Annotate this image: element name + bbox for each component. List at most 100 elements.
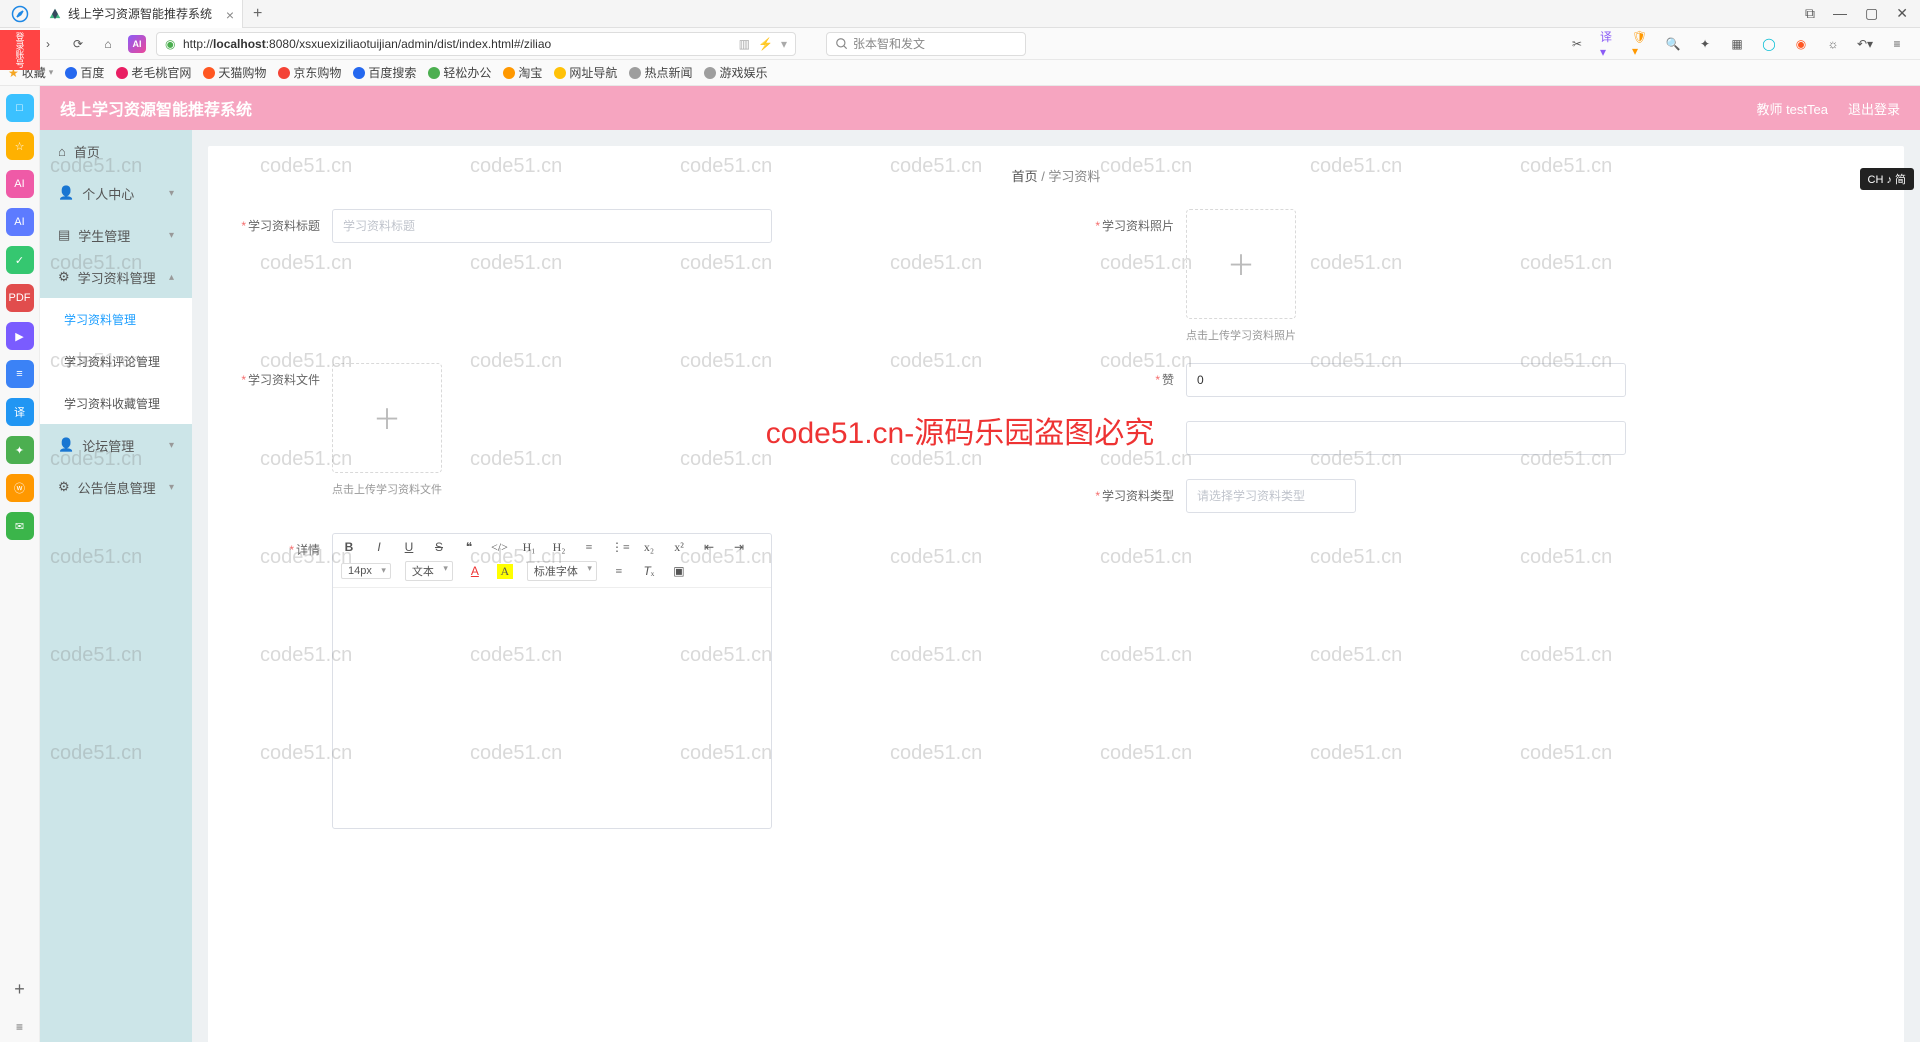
type-select[interactable] — [1186, 479, 1356, 513]
win-pip-icon[interactable]: ⧉ — [1805, 5, 1815, 22]
ol-icon[interactable]: ≡ — [581, 540, 597, 555]
home-button[interactable]: ⌂ — [98, 34, 118, 54]
sup-icon[interactable]: x² — [671, 540, 687, 555]
win-max-icon[interactable]: ▢ — [1865, 5, 1878, 22]
os-app-icon[interactable]: ✓ — [6, 246, 34, 274]
apps-icon[interactable]: ▦ — [1728, 35, 1746, 53]
indent-icon[interactable]: ⇤ — [701, 540, 717, 555]
os-app-icon[interactable]: 译 — [6, 398, 34, 426]
italic-icon[interactable]: I — [371, 540, 387, 555]
h2-icon[interactable]: H₂ — [551, 540, 567, 555]
strike-icon[interactable]: S — [431, 540, 447, 555]
bookmark-item[interactable]: 游戏娱乐 — [704, 64, 767, 81]
breadcrumb-home[interactable]: 首页 — [1012, 169, 1038, 184]
paragraph-select[interactable]: 文本 — [405, 561, 453, 581]
like-input[interactable] — [1186, 363, 1626, 397]
browser-search[interactable]: 张本智和发文 — [826, 32, 1026, 56]
zoom-icon[interactable]: 🔍 — [1664, 35, 1682, 53]
bgcolor-icon[interactable]: A — [497, 564, 513, 579]
shield-icon[interactable]: 🛡▾ — [1632, 35, 1650, 53]
file-upload-hint: 点击上传学习资料文件 — [332, 481, 1026, 497]
h1-icon[interactable]: H₁ — [521, 540, 537, 555]
win-close-icon[interactable]: ✕ — [1896, 5, 1908, 22]
fontcolor-icon[interactable]: A — [467, 564, 483, 579]
photo-upload-hint: 点击上传学习资料照片 — [1186, 327, 1880, 343]
os-app-icon[interactable]: □ — [6, 94, 34, 122]
clear-icon[interactable]: Tₓ — [641, 564, 657, 579]
undo-icon[interactable]: ↶▾ — [1856, 35, 1874, 53]
flame-icon[interactable]: ◉ — [1792, 35, 1810, 53]
bookmark-item[interactable]: 老毛桃官网 — [116, 64, 191, 81]
blank-input[interactable] — [1186, 421, 1626, 455]
fontfamily-select[interactable]: 标准字体 — [527, 561, 597, 581]
field-file: *学习资料文件 ＋ 点击上传学习资料文件 — [232, 363, 1026, 513]
ul-icon[interactable]: ⋮≡ — [611, 540, 627, 555]
bookmark-item[interactable]: 天猫购物 — [203, 64, 266, 81]
new-tab-button[interactable]: + — [243, 5, 272, 23]
bookmark-item[interactable]: 百度 — [65, 64, 104, 81]
os-app-icon[interactable]: ✦ — [6, 436, 34, 464]
expand-icon[interactable]: ▾ — [781, 37, 787, 51]
browser-tab[interactable]: 线上学习资源智能推荐系统 × — [40, 0, 243, 28]
os-app-icon[interactable]: ▶ — [6, 322, 34, 350]
image-icon[interactable]: ▣ — [671, 564, 687, 579]
bookmark-item[interactable]: 热点新闻 — [629, 64, 692, 81]
scissors-icon[interactable]: ✂ — [1568, 35, 1586, 53]
fontsize-select[interactable]: 14px — [341, 563, 391, 579]
menu-notice[interactable]: ⚙公告信息管理▾ — [40, 466, 192, 508]
underline-icon[interactable]: U — [401, 540, 417, 555]
bookmark-item[interactable]: 百度搜索 — [353, 64, 416, 81]
bookmark-item[interactable]: 轻松办公 — [428, 64, 491, 81]
code-icon[interactable]: </> — [491, 540, 507, 555]
address-bar[interactable]: ◉ http://localhost:8080/xsxuexiziliaotui… — [156, 32, 796, 56]
win-min-icon[interactable]: — — [1833, 5, 1847, 22]
bold-icon[interactable]: B — [341, 540, 357, 555]
ai-badge-icon[interactable]: AI — [128, 35, 146, 53]
os-add-app-button[interactable]: + — [14, 979, 25, 1000]
menu-material-comments[interactable]: 学习资料评论管理 — [40, 340, 192, 382]
menu-student[interactable]: ▤学生管理▾ — [40, 214, 192, 256]
logout-link[interactable]: 退出登录 — [1848, 99, 1900, 118]
quote-icon[interactable]: ❝ — [461, 540, 477, 555]
os-app-icon[interactable]: ⓦ — [6, 474, 34, 502]
os-menu-icon[interactable]: ≡ — [16, 1020, 23, 1034]
circle-icon[interactable]: ◯ — [1760, 35, 1778, 53]
align-icon[interactable]: ≡ — [611, 564, 627, 579]
current-user[interactable]: 教师 testTea — [1756, 99, 1828, 118]
qr-icon[interactable]: ▥ — [739, 37, 750, 51]
photo-upload[interactable]: ＋ — [1186, 209, 1296, 319]
tab-close-icon[interactable]: × — [226, 7, 234, 23]
menu-personal[interactable]: 👤个人中心▾ — [40, 172, 192, 214]
puzzle-icon[interactable]: ✦ — [1696, 35, 1714, 53]
reload-button[interactable]: ⟳ — [68, 34, 88, 54]
file-upload[interactable]: ＋ — [332, 363, 442, 473]
menu-icon[interactable]: ≡ — [1888, 35, 1906, 53]
os-app-icon[interactable]: ≡ — [6, 360, 34, 388]
editor-body[interactable] — [333, 588, 771, 828]
os-app-icon[interactable]: AI — [6, 170, 34, 198]
translate-icon[interactable]: 译▾ — [1600, 35, 1618, 53]
window-controls: ⧉ — ▢ ✕ — [1805, 5, 1920, 22]
bookmark-item[interactable]: 网址导航 — [554, 64, 617, 81]
bookmark-item[interactable]: 淘宝 — [503, 64, 542, 81]
sub-icon[interactable]: x₂ — [641, 540, 657, 555]
forward-button[interactable]: › — [38, 34, 58, 54]
outdent-icon[interactable]: ⇥ — [731, 540, 747, 555]
bolt-icon[interactable]: ⚡ — [758, 37, 773, 51]
menu-material-manage[interactable]: 学习资料管理 — [40, 298, 192, 340]
menu-material-favorites[interactable]: 学习资料收藏管理 — [40, 382, 192, 424]
os-app-icon[interactable]: ☆ — [6, 132, 34, 160]
os-app-icon[interactable]: AI — [6, 208, 34, 236]
menu-home[interactable]: ⌂首页 — [40, 130, 192, 172]
field-type: *学习资料类型 — [1086, 479, 1880, 513]
url-text: http://localhost:8080/xsxuexiziliaotuiji… — [183, 37, 551, 51]
login-tag[interactable]: 登录账号 — [0, 30, 40, 70]
os-app-icon[interactable]: PDF — [6, 284, 34, 312]
menu-material[interactable]: ⚙学习资料管理▴ — [40, 256, 192, 298]
menu-forum[interactable]: 👤论坛管理▾ — [40, 424, 192, 466]
sun-icon[interactable]: ☼ — [1824, 35, 1842, 53]
bookmark-item[interactable]: 京东购物 — [278, 64, 341, 81]
title-input[interactable] — [332, 209, 772, 243]
os-app-icon[interactable]: ✉ — [6, 512, 34, 540]
browser-tab-strip: 线上学习资源智能推荐系统 × + ⧉ — ▢ ✕ — [0, 0, 1920, 28]
